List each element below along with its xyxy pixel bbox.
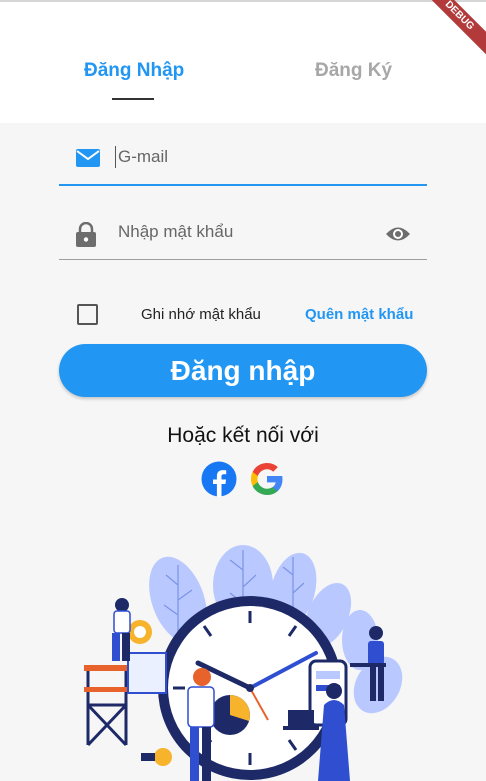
debug-banner: DEBUG (414, 0, 486, 61)
social-heading: Hoặc kết nối với (167, 424, 319, 447)
top-divider (0, 0, 486, 2)
remember-label: Ghi nhớ mật khẩu (141, 306, 261, 323)
email-input[interactable] (116, 142, 370, 172)
tab-register[interactable]: Đăng Ký (315, 60, 392, 82)
eye-icon[interactable] (385, 225, 411, 243)
google-icon[interactable] (249, 461, 285, 497)
lock-icon (76, 222, 96, 247)
login-button[interactable]: Đăng nhập (59, 344, 427, 397)
tab-login[interactable]: Đăng Nhập (84, 60, 184, 82)
facebook-icon[interactable] (201, 461, 237, 497)
tab-indicator (112, 98, 154, 100)
password-input[interactable] (116, 217, 370, 247)
mail-icon (76, 149, 100, 167)
forgot-password-link[interactable]: Quên mật khẩu (305, 306, 413, 323)
text-cursor (115, 146, 116, 168)
time-management-illustration (84, 545, 403, 781)
app-header: DEBUG Đăng Nhập Đăng Ký (0, 0, 486, 123)
password-field[interactable] (59, 215, 427, 260)
remember-checkbox[interactable] (77, 304, 98, 325)
